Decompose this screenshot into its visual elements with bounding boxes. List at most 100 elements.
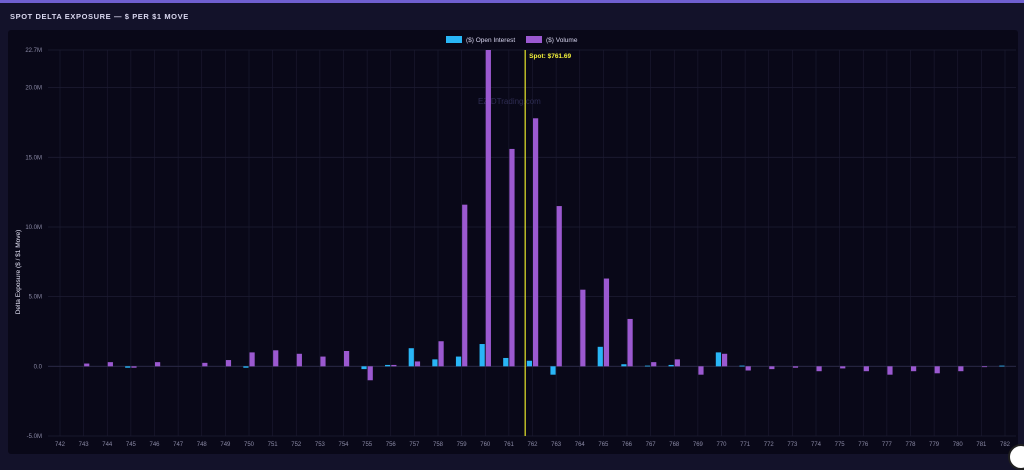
x-tick-label-773: 773 [787, 442, 798, 448]
bar-open-interest-745[interactable] [125, 366, 131, 368]
bar-volume-755[interactable] [367, 366, 373, 381]
bar-volume-777[interactable] [887, 366, 893, 375]
delta-exposure-chart: EZ-DTrading.com 22.7M20.0M15.0M10.0M5.0M… [15, 36, 1016, 448]
y-tick-label-5: 0.0 [34, 364, 43, 370]
bar-volume-768[interactable] [674, 359, 680, 367]
bar-open-interest-755[interactable] [361, 366, 367, 370]
y-tick-label-0: 22.7M [25, 48, 42, 54]
bar-open-interest-767[interactable] [644, 365, 651, 367]
bar-volume-765[interactable] [603, 278, 610, 367]
bar-open-interest-765[interactable] [597, 346, 603, 367]
bar-volume-771[interactable] [745, 366, 751, 371]
x-tick-label-777: 777 [882, 442, 893, 448]
bar-open-interest-771[interactable] [739, 365, 745, 367]
bar-volume-756[interactable] [391, 364, 397, 367]
bar-volume-745[interactable] [131, 366, 137, 368]
x-tick-label-768: 768 [669, 442, 680, 448]
bar-volume-752[interactable] [296, 353, 302, 367]
bar-open-interest-782[interactable] [999, 365, 1005, 367]
bar-volume-767[interactable] [651, 362, 657, 367]
x-tick-label-767: 767 [646, 442, 657, 448]
bar-open-interest-768[interactable] [668, 364, 674, 367]
x-tick-label-744: 744 [102, 442, 113, 448]
bar-open-interest-770[interactable] [715, 352, 721, 367]
bar-volume-751[interactable] [273, 350, 279, 367]
bar-open-interest-761[interactable] [503, 357, 509, 367]
bar-volume-781[interactable] [981, 366, 988, 368]
bar-open-interest-750[interactable] [243, 366, 249, 368]
x-tick-label-774: 774 [811, 442, 822, 448]
bar-volume-769[interactable] [698, 366, 704, 375]
bar-open-interest-762[interactable] [526, 360, 532, 367]
x-tick-label-761: 761 [504, 442, 515, 448]
x-tick-label-766: 766 [622, 442, 633, 448]
bar-volume-750[interactable] [249, 352, 255, 367]
bar-open-interest-766[interactable] [621, 364, 627, 367]
bar-volume-746[interactable] [155, 362, 161, 367]
bar-volume-780[interactable] [958, 366, 964, 372]
bar-open-interest-763[interactable] [550, 366, 556, 375]
bar-open-interest-756[interactable] [385, 364, 391, 367]
bar-volume-762[interactable] [533, 118, 539, 367]
bar-open-interest-759[interactable] [455, 356, 462, 367]
x-tick-label-769: 769 [693, 442, 704, 448]
x-tick-label-781: 781 [976, 442, 987, 448]
bar-volume-749[interactable] [225, 360, 232, 367]
bar-open-interest-757[interactable] [408, 348, 414, 367]
bar-volume-759[interactable] [462, 204, 468, 367]
x-tick-label-750: 750 [244, 442, 255, 448]
bar-volume-744[interactable] [107, 362, 113, 367]
bar-volume-760[interactable] [485, 50, 491, 367]
bar-volume-748[interactable] [202, 362, 208, 367]
bar-volume-772[interactable] [769, 366, 775, 370]
bar-open-interest-760[interactable] [479, 344, 485, 367]
chart-panel-title: SPOT DELTA EXPOSURE — $ PER $1 MOVE [10, 12, 189, 21]
spot-label: Spot: $761.69 [529, 53, 571, 60]
x-tick-label-755: 755 [362, 442, 373, 448]
x-tick-label-775: 775 [835, 442, 846, 448]
y-tick-label-1: 20.0M [25, 86, 42, 92]
spot-marker: Spot: $761.69 [524, 50, 571, 436]
x-tick-label-764: 764 [575, 442, 586, 448]
bar-volume-754[interactable] [344, 350, 350, 367]
bar-volume-779[interactable] [934, 366, 940, 374]
x-tick-label-782: 782 [1000, 442, 1011, 448]
legend-label-volume: ($) Volume [546, 37, 578, 44]
y-tick-label-2: 15.0M [25, 155, 42, 161]
x-tick-label-772: 772 [764, 442, 775, 448]
x-tick-label-752: 752 [291, 442, 302, 448]
x-tick-label-763: 763 [551, 442, 562, 448]
x-tick-label-758: 758 [433, 442, 444, 448]
corner-widget-icon[interactable] [1008, 444, 1024, 470]
bar-volume-761[interactable] [509, 148, 515, 367]
bar-volume-758[interactable] [438, 341, 444, 367]
y-tick-label-4: 5.0M [29, 295, 42, 301]
bars [84, 50, 1005, 381]
x-tick-label-765: 765 [598, 442, 609, 448]
bar-volume-775[interactable] [840, 366, 846, 369]
bar-volume-757[interactable] [414, 361, 421, 367]
bar-volume-766[interactable] [627, 318, 633, 367]
bar-volume-770[interactable] [722, 353, 728, 367]
x-tick-label-771: 771 [740, 442, 751, 448]
x-tick-label-759: 759 [457, 442, 468, 448]
x-tick-label-779: 779 [929, 442, 940, 448]
legend-swatch-volume[interactable] [526, 36, 542, 43]
x-tick-label-754: 754 [338, 442, 349, 448]
bar-volume-743[interactable] [84, 363, 90, 367]
x-tick-label-748: 748 [197, 442, 208, 448]
x-tick-label-753: 753 [315, 442, 326, 448]
x-tick-label-751: 751 [268, 442, 279, 448]
bar-volume-778[interactable] [911, 366, 917, 372]
y-axis-label: Delta Exposure ($ / $1 Move) [15, 230, 22, 315]
bar-volume-763[interactable] [556, 206, 562, 367]
x-tick-label-762: 762 [527, 442, 538, 448]
x-tick-label-742: 742 [55, 442, 66, 448]
legend-swatch-open-interest[interactable] [446, 36, 462, 43]
bar-open-interest-758[interactable] [432, 359, 438, 367]
bar-volume-776[interactable] [863, 366, 869, 372]
bar-volume-764[interactable] [580, 289, 586, 367]
bar-volume-753[interactable] [320, 356, 326, 367]
bar-volume-774[interactable] [816, 366, 822, 372]
bar-volume-773[interactable] [792, 366, 799, 368]
